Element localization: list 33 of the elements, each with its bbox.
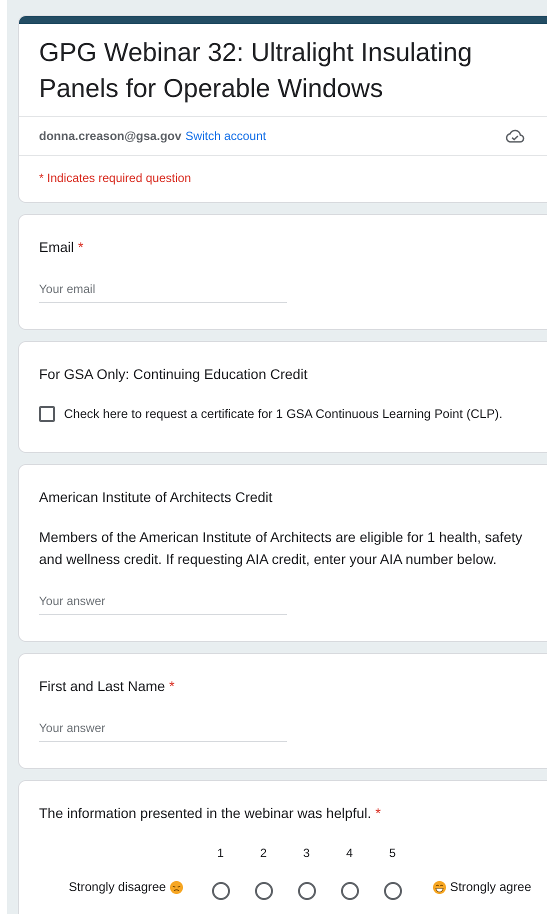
grin-face-icon <box>433 880 446 894</box>
answer-field[interactable]: Your email <box>39 280 287 303</box>
scale-number: 4 <box>346 844 353 862</box>
required-note: * Indicates required question <box>39 171 192 185</box>
checkbox-label: Check here to request a certificate for 1 GSA Continuous Learning Point (CLP). <box>64 406 502 423</box>
scale-number: 2 <box>260 844 267 862</box>
question-description: Members of the American Institute of Architects are eligible for 1 health, safety and wellness credit. If requesting AIA credit, enter your AIA number below. <box>39 528 524 569</box>
cloud-check-icon <box>505 128 525 144</box>
question-title: First and Last Name <box>39 676 166 696</box>
answer-field[interactable]: Your answer <box>39 718 287 742</box>
switch-account-link[interactable]: Switch account <box>185 127 266 145</box>
sad-face-icon <box>170 880 183 894</box>
required-mark: * <box>375 804 381 823</box>
scale-high-label: Strongly agree <box>450 879 532 896</box>
radio-button[interactable] <box>340 882 358 900</box>
scale-low-label: Strongly disagree <box>68 879 166 896</box>
question-title: Email <box>39 238 74 257</box>
answer-field[interactable]: Your answer <box>39 592 287 615</box>
scale-number: 1 <box>217 844 224 862</box>
radio-button[interactable] <box>384 882 402 900</box>
radio-button[interactable] <box>212 882 230 900</box>
account-email: donna.creason@gsa.gov <box>39 128 182 145</box>
required-mark: * <box>169 676 175 696</box>
question-title: American Institute of Architects Credit <box>39 488 272 507</box>
required-mark: * <box>78 238 84 257</box>
question-title: The information presented in the webinar was helpful. <box>39 804 372 823</box>
radio-button[interactable] <box>298 882 316 900</box>
radio-button[interactable] <box>254 882 272 900</box>
form-title: GPG Webinar 32: Ultralight Insulating Panels for Operable Windows <box>38 36 474 105</box>
scale-number: 3 <box>303 844 310 862</box>
scale-number: 5 <box>389 844 396 862</box>
checkbox[interactable] <box>39 406 55 422</box>
question-title: For GSA Only: Continuing Education Credit <box>39 365 308 384</box>
